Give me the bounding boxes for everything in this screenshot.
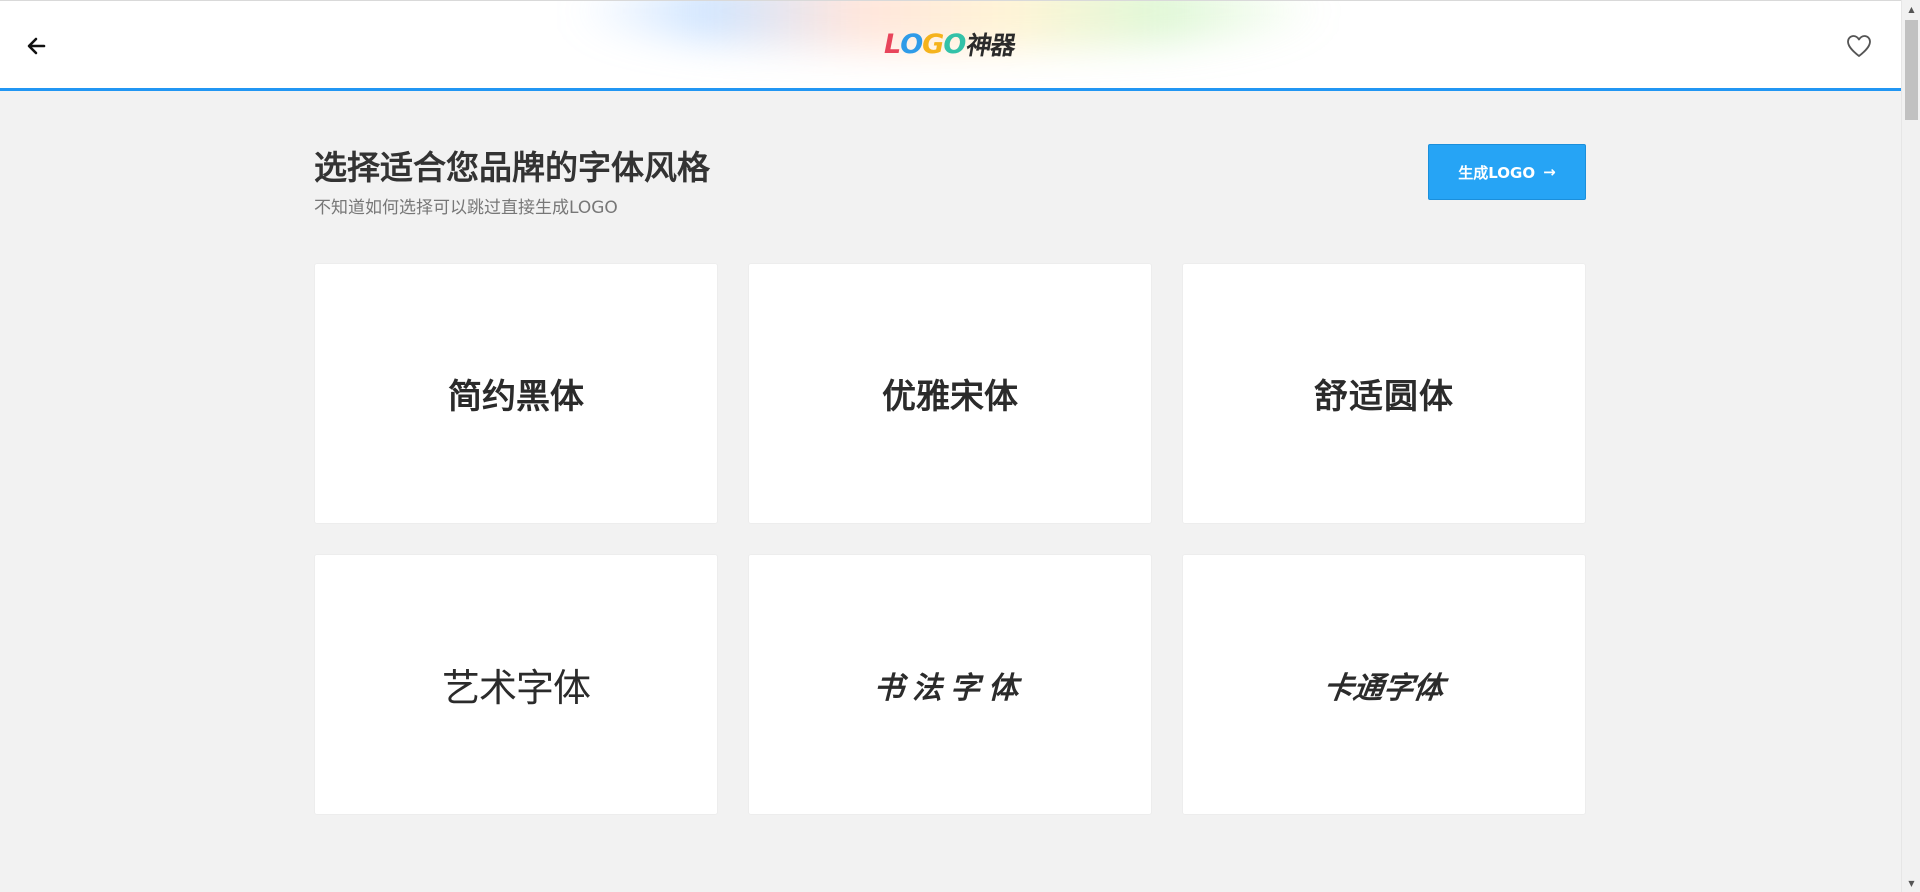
logo-letter-g: G [922, 28, 944, 60]
font-style-label: 书法字体 [874, 670, 1026, 706]
font-style-card-cartoon[interactable]: 卡通字体 [1182, 554, 1586, 815]
font-style-grid: 简约黑体 优雅宋体 舒适圆体 艺术字体 书法字体 卡通字体 [314, 263, 1586, 815]
font-style-card-calligraphy[interactable]: 书法字体 [748, 554, 1152, 815]
font-style-card-round[interactable]: 舒适圆体 [1182, 263, 1586, 524]
page-subtitle: 不知道如何选择可以跳过直接生成LOGO [314, 198, 618, 218]
logo-chinese-text: 神器 [964, 31, 1018, 60]
font-style-card-art[interactable]: 艺术字体 [314, 554, 718, 815]
font-style-label: 卡通字体 [1321, 670, 1446, 706]
font-style-card-song[interactable]: 优雅宋体 [748, 263, 1152, 524]
font-style-card-hei[interactable]: 简约黑体 [314, 263, 718, 524]
scroll-up-arrow-icon[interactable]: ▲ [1902, 0, 1920, 18]
logo-letter-o2: O [943, 28, 966, 60]
logo-letter-l: L [884, 28, 901, 60]
font-style-label: 艺术字体 [441, 666, 591, 710]
scroll-down-arrow-icon[interactable]: ▼ [1902, 874, 1920, 892]
font-style-label: 简约黑体 [448, 377, 584, 417]
page-scrollbar[interactable]: ▲ ▼ [1901, 0, 1920, 892]
arrow-left-icon [27, 37, 46, 55]
top-navigation-bar: L O G O 神器 [0, 0, 1901, 91]
page-title: 选择适合您品牌的字体风格 [314, 148, 710, 187]
scrollbar-thumb[interactable] [1905, 20, 1918, 120]
logo-letter-o: O [900, 28, 923, 60]
generate-logo-label: 生成LOGO [1458, 163, 1536, 182]
back-button[interactable] [22, 31, 52, 61]
font-style-label: 优雅宋体 [882, 377, 1018, 417]
site-logo[interactable]: L O G O 神器 [884, 28, 1018, 61]
heart-outline-icon [1847, 35, 1871, 57]
font-style-label: 舒适圆体 [1314, 377, 1454, 417]
favorite-button[interactable] [1845, 33, 1873, 59]
generate-logo-button[interactable]: 生成LOGO → [1428, 144, 1586, 200]
arrow-right-icon: → [1543, 163, 1556, 181]
